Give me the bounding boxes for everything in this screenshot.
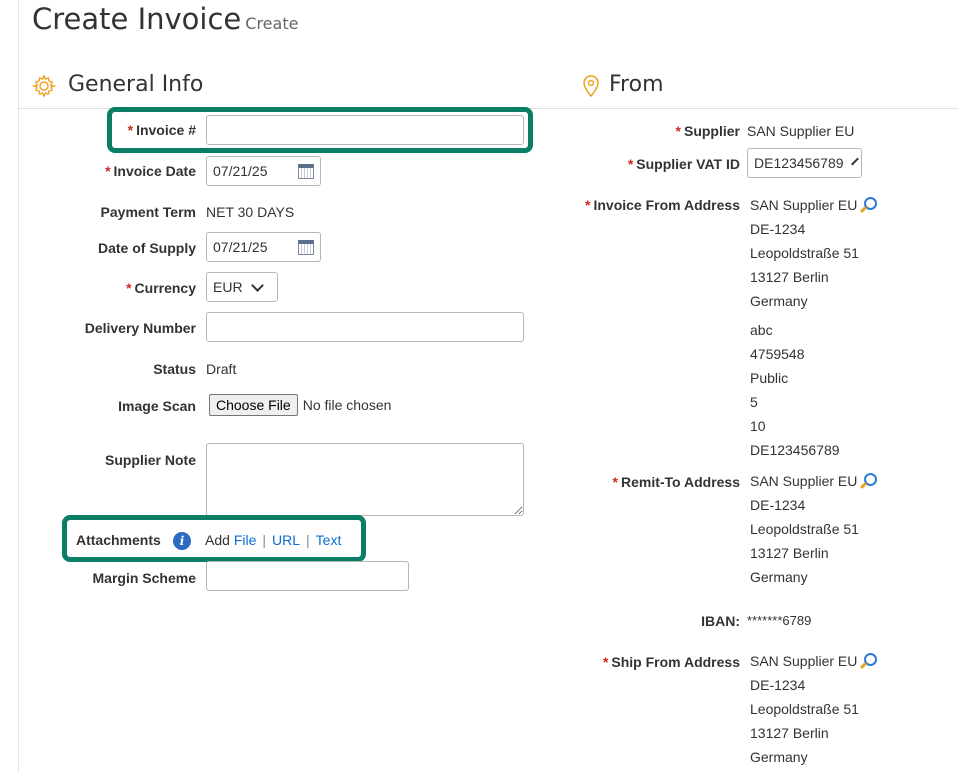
calendar-icon[interactable] xyxy=(298,239,314,255)
status-label: Status xyxy=(153,361,196,377)
address-line: SAN Supplier EU xyxy=(750,469,878,493)
invoice-from-address: SAN Supplier EU DE-1234 Leopoldstraße 51… xyxy=(750,193,878,313)
invoice-date-picker[interactable]: 07/21/25 xyxy=(206,156,321,186)
remit-to-address: SAN Supplier EU DE-1234 Leopoldstraße 51… xyxy=(750,469,878,589)
address-line: SAN Supplier EU xyxy=(750,193,878,217)
chevron-down-icon xyxy=(250,278,264,292)
status-value: Draft xyxy=(206,361,237,377)
invoice-number-label: * Invoice # xyxy=(127,122,196,138)
info-icon[interactable]: i xyxy=(173,532,191,550)
search-icon[interactable] xyxy=(859,197,878,215)
address-line: 13127 Berlin xyxy=(750,545,829,561)
address-extra-line: 10 xyxy=(750,418,766,434)
address-extra-line: DE123456789 xyxy=(750,442,840,458)
invoice-number-input[interactable] xyxy=(206,115,524,145)
delivery-number-label: Delivery Number xyxy=(84,320,196,336)
general-info-title: General Info xyxy=(68,72,204,97)
gear-icon xyxy=(31,74,57,101)
attachments-add-text: Add xyxy=(205,532,230,548)
address-line: Germany xyxy=(750,569,808,585)
calendar-icon[interactable] xyxy=(298,163,314,179)
search-icon[interactable] xyxy=(859,653,878,671)
supplier-vat-id-select[interactable]: DE123456789 xyxy=(747,148,862,178)
address-extra-line: 4759548 xyxy=(750,346,805,362)
address-extra-line: Public xyxy=(750,370,789,386)
currency-label: * Currency xyxy=(126,280,196,296)
chevron-down-icon xyxy=(850,157,859,165)
address-line: SAN Supplier EU xyxy=(750,649,878,673)
from-title: From xyxy=(609,72,664,97)
margin-scheme-input[interactable] xyxy=(206,561,409,591)
choose-file-button[interactable]: Choose File xyxy=(209,394,298,416)
margin-scheme-label: Margin Scheme xyxy=(92,570,196,586)
invoice-date-value: 07/21/25 xyxy=(213,163,268,179)
currency-value: EUR xyxy=(213,279,243,295)
address-line: Leopoldstraße 51 xyxy=(750,245,859,261)
add-text-link[interactable]: Text xyxy=(316,532,342,548)
ship-from-address-label: * Ship From Address xyxy=(602,654,740,670)
vat-id-value: DE123456789 xyxy=(754,155,844,171)
iban-label: IBAN: xyxy=(701,613,740,629)
iban-value: *******6789 xyxy=(747,613,812,628)
attachments-label: Attachments xyxy=(76,532,161,548)
address-line: 13127 Berlin xyxy=(750,725,829,741)
address-line: Leopoldstraße 51 xyxy=(750,521,859,537)
ship-from-address: SAN Supplier EU DE-1234 Leopoldstraße 51… xyxy=(750,649,878,769)
currency-select[interactable]: EUR xyxy=(206,272,278,302)
supplier-label: * Supplier xyxy=(675,123,740,139)
location-pin-icon xyxy=(582,74,600,101)
address-line: DE-1234 xyxy=(750,221,806,237)
date-of-supply-label: Date of Supply xyxy=(97,240,196,256)
address-line: DE-1234 xyxy=(750,497,806,513)
add-file-link[interactable]: File xyxy=(234,532,257,548)
add-url-link[interactable]: URL xyxy=(272,532,300,548)
invoice-date-label: * Invoice Date xyxy=(105,163,196,179)
payment-term-value: NET 30 DAYS xyxy=(206,204,295,220)
delivery-number-input[interactable] xyxy=(206,312,524,342)
supplier-vat-id-label: * Supplier VAT ID xyxy=(627,156,740,172)
page-title: Create Invoice Create xyxy=(32,2,298,36)
supplier-note-label: Supplier Note xyxy=(104,452,196,468)
address-line: 13127 Berlin xyxy=(750,269,829,285)
invoice-from-address-label: * Invoice From Address xyxy=(585,197,740,213)
no-file-chosen-text: No file chosen xyxy=(302,397,392,413)
image-scan-label: Image Scan xyxy=(118,398,196,414)
left-border xyxy=(18,0,19,773)
address-line: Leopoldstraße 51 xyxy=(750,701,859,717)
address-extra-line: abc xyxy=(750,322,773,338)
address-line: Germany xyxy=(750,293,808,309)
payment-term-label: Payment Term xyxy=(100,204,196,220)
address-line: Germany xyxy=(750,749,808,765)
separator: | xyxy=(306,532,310,548)
page-subtitle: Create xyxy=(245,14,299,33)
date-of-supply-value: 07/21/25 xyxy=(213,239,268,255)
address-line: DE-1234 xyxy=(750,677,806,693)
date-of-supply-picker[interactable]: 07/21/25 xyxy=(206,232,321,262)
remit-to-address-label: * Remit-To Address xyxy=(612,474,740,490)
supplier-note-textarea[interactable] xyxy=(206,443,524,516)
address-extra-line: 5 xyxy=(750,394,758,410)
invoice-from-extra: abc 4759548 Public 5 10 DE123456789 xyxy=(750,318,840,462)
attachments-actions: Add File | URL | Text xyxy=(205,532,341,548)
supplier-value: SAN Supplier EU xyxy=(747,123,855,139)
search-icon[interactable] xyxy=(859,473,878,491)
separator: | xyxy=(262,532,267,548)
image-scan-control: Choose File No file chosen xyxy=(209,394,391,416)
page-title-text: Create Invoice xyxy=(32,2,242,36)
